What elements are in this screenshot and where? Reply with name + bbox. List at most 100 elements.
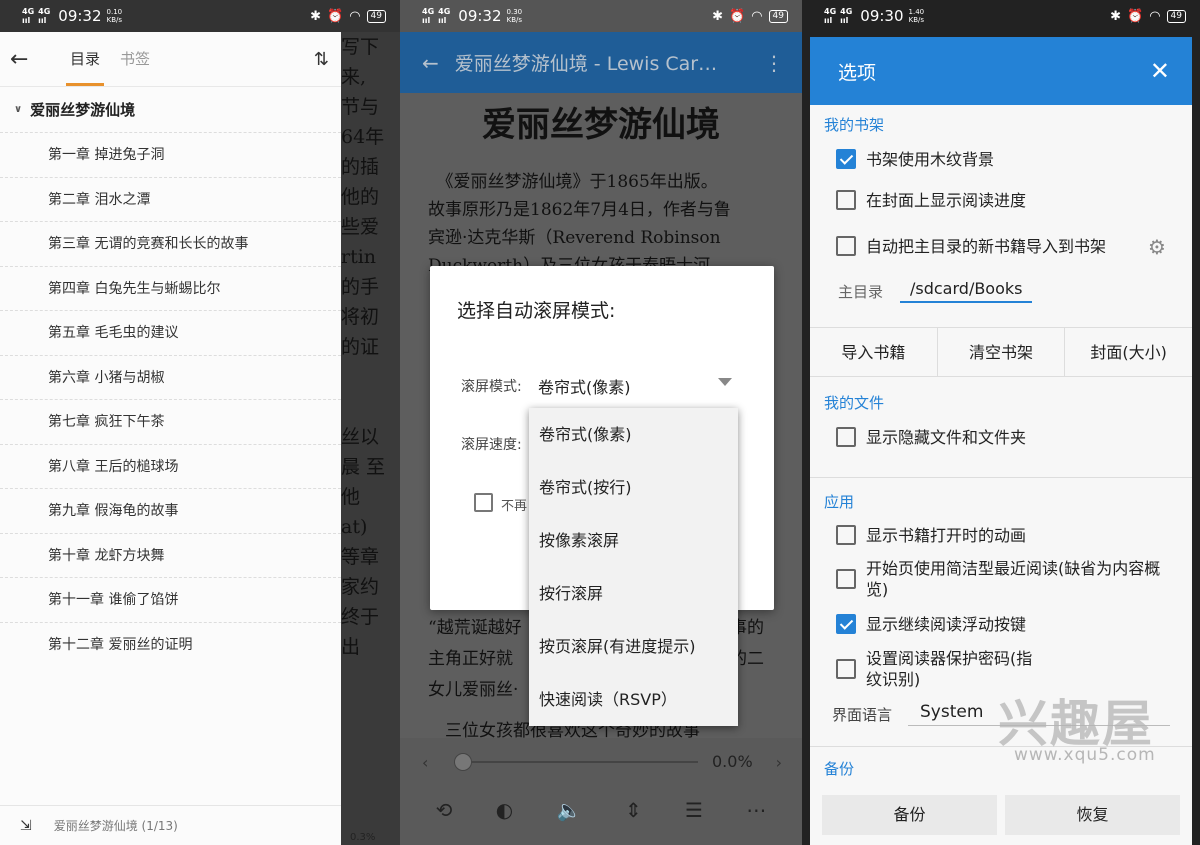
- option-hidden-files[interactable]: 显示隐藏文件和文件夹: [810, 417, 1192, 457]
- cover-size-button[interactable]: 封面(大小): [1065, 328, 1192, 376]
- home-dir-label: 主目录: [838, 282, 884, 301]
- chapter-item[interactable]: 第四章 白兔先生与蜥蜴比尔: [0, 265, 341, 311]
- bg-text-line: 节与: [341, 96, 380, 118]
- dropdown-option[interactable]: 卷帘式(按行): [529, 461, 738, 514]
- options-header: 选项 ✕: [810, 37, 1192, 105]
- next-chapter-icon[interactable]: ›: [776, 753, 782, 772]
- bg-text-line: 终于: [341, 606, 380, 628]
- progress-slider-knob[interactable]: [454, 753, 472, 771]
- alarm-icon: ⏰: [327, 8, 344, 24]
- status-time: 09:32: [458, 7, 502, 25]
- option-show-progress[interactable]: 在封面上显示阅读进度: [810, 179, 1192, 221]
- dropdown-option[interactable]: 快速阅读（RSVP）: [529, 673, 738, 726]
- bg-text-line: 他: [341, 486, 361, 508]
- toc-header: ← 目录 书签 ⇅: [0, 32, 341, 86]
- signal-icon-2: 4G ııl: [38, 7, 51, 25]
- toc-footer: ⇲ 爱丽丝梦游仙境 (1/13): [0, 805, 341, 845]
- collapse-icon[interactable]: ⇲: [20, 818, 32, 834]
- chapter-item[interactable]: 第十二章 爱丽丝的证明: [0, 621, 341, 667]
- checkbox[interactable]: [836, 427, 856, 447]
- battery-icon: 49: [768, 9, 788, 23]
- options-screen: 4G ııl 4G ııl 09:30 1.40 KB/s ✱ ⏰ ◠ 49 选项 ✕…: [802, 0, 1200, 845]
- dont-show-checkbox[interactable]: [474, 493, 493, 512]
- option-open-anim[interactable]: 显示书籍打开时的动画: [810, 516, 1192, 554]
- checkbox[interactable]: [836, 614, 856, 634]
- footer-book-info: 爱丽丝梦游仙境 (1/13): [53, 819, 178, 833]
- wifi-icon: ◠: [349, 8, 361, 24]
- checkbox[interactable]: [836, 236, 856, 256]
- option-auto-import[interactable]: 自动把主目录的新书籍导入到书架: [810, 221, 1192, 271]
- dropdown-option[interactable]: 卷帘式(像素): [529, 408, 738, 461]
- tab-bookmarks[interactable]: 书签: [120, 32, 150, 86]
- chevron-down-icon: ∨: [14, 104, 23, 115]
- bg-text-line: 出: [341, 636, 361, 658]
- chapter-item[interactable]: 第三章 无谓的竞赛和长长的故事: [0, 221, 341, 266]
- alarm-icon: ⏰: [1127, 8, 1144, 24]
- chapter-item[interactable]: 第五章 毛毛虫的建议: [0, 310, 341, 355]
- chapter-item[interactable]: 第二章 泪水之潭: [0, 176, 341, 222]
- import-books-button[interactable]: 导入书籍: [810, 328, 938, 376]
- book-title-label: 爱丽丝梦游仙境: [30, 101, 136, 119]
- wifi-icon: ◠: [1149, 8, 1161, 24]
- back-arrow-icon[interactable]: ←: [10, 47, 38, 72]
- bg-text-line: 来,: [341, 66, 367, 88]
- chapter-item[interactable]: 第六章 小猪与胡椒: [0, 354, 341, 400]
- checkbox[interactable]: [836, 525, 856, 545]
- signal-icon: 4G ııl: [22, 7, 35, 25]
- language-label: 界面语言: [832, 705, 893, 724]
- chapter-item[interactable]: 第七章 疯狂下午茶: [0, 399, 341, 444]
- backup-buttons: 备份 恢复: [810, 783, 1192, 835]
- home-dir-input[interactable]: /sdcard/Books: [900, 279, 1033, 303]
- chapter-item[interactable]: 第九章 假海龟的故事: [0, 488, 341, 533]
- clear-shelf-button[interactable]: 清空书架: [938, 328, 1066, 376]
- checkbox[interactable]: [836, 659, 856, 679]
- speaker-icon[interactable]: 🔈: [557, 798, 582, 822]
- dialog-title: 选择自动滚屏模式:: [457, 300, 616, 322]
- chapter-item[interactable]: 第八章 王后的槌球场: [0, 443, 341, 489]
- progress-slider-track[interactable]: [458, 761, 698, 763]
- more-vert-icon[interactable]: ⋮: [764, 51, 784, 75]
- shelf-buttons: 导入书籍 清空书架 封面(大小): [810, 327, 1192, 377]
- bg-text-line: 的插: [341, 156, 380, 178]
- bg-text-line: 64年: [341, 126, 385, 148]
- progress-value: 0.0%: [712, 752, 753, 771]
- more-horiz-icon[interactable]: ⋯: [746, 798, 766, 822]
- back-arrow-icon[interactable]: ←: [422, 51, 439, 75]
- option-simple-recent[interactable]: 开始页使用简洁型最近阅读(缺省为内容概览): [810, 554, 1192, 604]
- para-line: 《爱丽丝梦游仙境》于1865年出版。: [428, 172, 718, 192]
- toc-book-title[interactable]: ∨ 爱丽丝梦游仙境: [0, 86, 341, 132]
- close-icon[interactable]: ✕: [1150, 57, 1170, 85]
- checkbox[interactable]: [836, 149, 856, 169]
- dropdown-option[interactable]: 按行滚屏: [529, 567, 738, 620]
- backup-button[interactable]: 备份: [822, 795, 997, 835]
- toc-list-icon[interactable]: ☰: [685, 798, 703, 822]
- checkbox[interactable]: [836, 190, 856, 210]
- chapter-item[interactable]: 第十章 龙虾方块舞: [0, 532, 341, 578]
- chapter-item[interactable]: 第一章 掉进兔子洞: [0, 132, 341, 177]
- mode-select-value[interactable]: 卷帘式(像素): [538, 374, 631, 398]
- bg-text-line: 他的: [341, 186, 380, 208]
- battery-icon: 49: [1166, 9, 1186, 23]
- theme-icon[interactable]: ◐: [496, 798, 513, 822]
- option-float-button[interactable]: 显示继续阅读浮动按键: [810, 604, 1192, 644]
- section-shelf: 我的书架: [824, 116, 885, 134]
- chapter-item[interactable]: 第十一章 谁偷了馅饼: [0, 577, 341, 622]
- checkbox[interactable]: [836, 569, 856, 589]
- gear-icon[interactable]: ⚙: [1148, 235, 1166, 259]
- dropdown-option[interactable]: 按像素滚屏: [529, 514, 738, 567]
- net-speed: 0.10 KB/s: [106, 8, 123, 24]
- dropdown-arrow-icon[interactable]: [718, 378, 732, 386]
- para-line: 故事原形乃是1862年7月4日，作者与鲁: [428, 200, 731, 220]
- option-label: 开始页使用简洁型最近阅读(缺省为内容概览): [866, 559, 1161, 599]
- auto-scroll-icon[interactable]: ⇕: [625, 798, 642, 822]
- rotate-icon[interactable]: ⟲: [436, 798, 453, 822]
- prev-chapter-icon[interactable]: ‹: [422, 753, 428, 772]
- restore-button[interactable]: 恢复: [1005, 795, 1180, 835]
- mode-label: 滚屏模式:: [461, 379, 522, 395]
- net-speed: 0.30 KB/s: [506, 8, 523, 24]
- dropdown-option[interactable]: 按页滚屏(有进度提示): [529, 620, 738, 673]
- sort-icon[interactable]: ⇅: [314, 49, 329, 70]
- tab-toc[interactable]: 目录: [65, 32, 105, 86]
- wifi-icon: ◠: [751, 8, 763, 24]
- option-wood-bg[interactable]: 书架使用木纹背景: [810, 139, 1192, 179]
